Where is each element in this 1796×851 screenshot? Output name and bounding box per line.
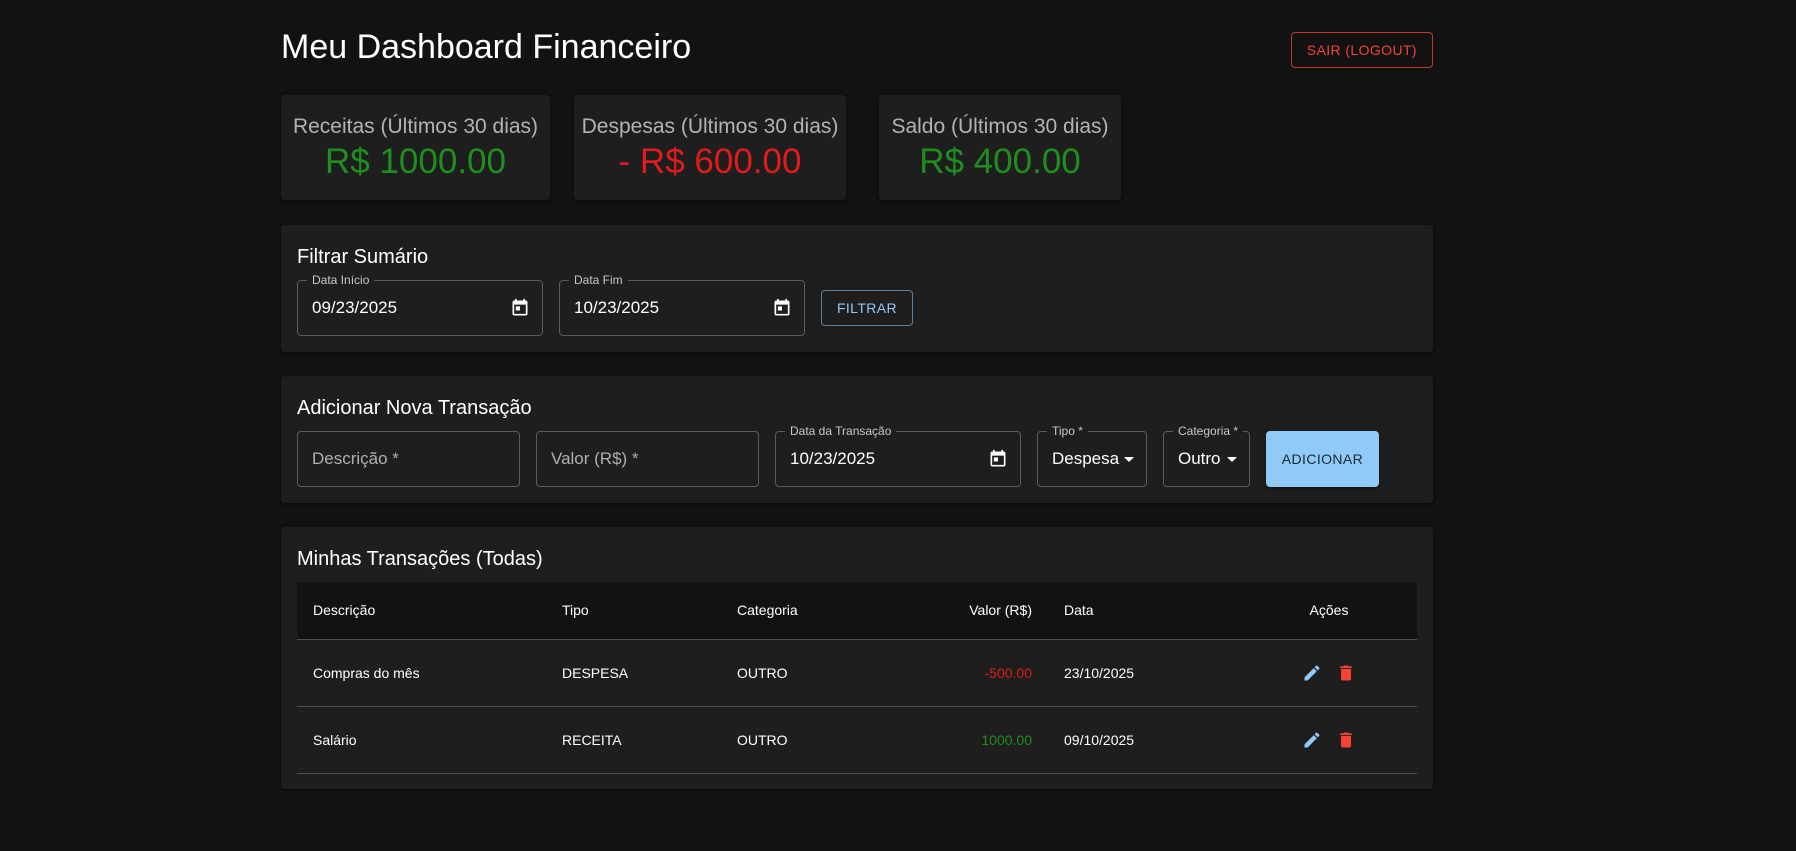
income-label: Receitas (Últimos 30 dias): [292, 115, 539, 138]
logout-button[interactable]: SAIR (LOGOUT): [1290, 32, 1433, 68]
add-transaction-title: Adicionar Nova Transação: [297, 397, 532, 419]
income-summary-card: Receitas (Últimos 30 dias) R$ 1000.00: [281, 95, 550, 200]
amount-field[interactable]: [536, 431, 759, 487]
page-title: Meu Dashboard Financeiro: [281, 28, 692, 66]
column-header-description: Descrição: [297, 582, 546, 640]
table-row: Compras do mês DESPESA OUTRO -500.00 23/…: [297, 639, 1417, 707]
cell-description: Salário: [297, 706, 546, 774]
balance-label: Saldo (Últimos 30 dias): [891, 115, 1109, 138]
filter-section: Filtrar Sumário Data Início 09/23/2025 D…: [281, 225, 1433, 352]
cell-category: OUTRO: [721, 706, 886, 774]
cell-date: 09/10/2025: [1048, 706, 1241, 774]
transaction-date-value[interactable]: 10/23/2025: [790, 449, 875, 469]
trash-icon[interactable]: [1336, 730, 1356, 750]
calendar-icon[interactable]: [988, 449, 1008, 469]
cell-date: 23/10/2025: [1048, 639, 1241, 707]
cell-amount: 1000.00: [886, 706, 1048, 774]
trash-icon[interactable]: [1336, 663, 1356, 683]
cell-type: DESPESA: [546, 639, 721, 707]
type-select[interactable]: Tipo * Despesa: [1037, 424, 1147, 487]
column-header-category: Categoria: [721, 582, 886, 640]
cell-category: OUTRO: [721, 639, 886, 707]
end-date-field[interactable]: Data Fim 10/23/2025: [559, 273, 805, 336]
category-label: Categoria *: [1173, 424, 1244, 438]
description-input[interactable]: [312, 432, 505, 486]
balance-summary-card: Saldo (Últimos 30 dias) R$ 400.00: [879, 95, 1121, 200]
end-date-label: Data Fim: [569, 273, 628, 287]
cell-description: Compras do mês: [297, 639, 546, 707]
balance-value: R$ 400.00: [919, 142, 1081, 181]
cell-type: RECEITA: [546, 706, 721, 774]
end-date-value[interactable]: 10/23/2025: [574, 298, 659, 318]
add-transaction-section: Adicionar Nova Transação Data da Transaç…: [281, 376, 1433, 503]
expenses-label: Despesas (Últimos 30 dias): [581, 115, 839, 138]
pencil-icon[interactable]: [1302, 663, 1322, 683]
category-value[interactable]: Outro: [1178, 449, 1221, 469]
start-date-label: Data Início: [307, 273, 375, 287]
arrow-drop-down-icon[interactable]: [1124, 457, 1134, 462]
transaction-date-label: Data da Transação: [785, 424, 897, 438]
cell-actions: [1241, 639, 1417, 707]
calendar-icon[interactable]: [510, 298, 530, 318]
type-label: Tipo *: [1047, 424, 1088, 438]
cell-amount: -500.00: [886, 639, 1048, 707]
transactions-title: Minhas Transações (Todas): [297, 548, 543, 570]
column-header-actions: Ações: [1241, 582, 1417, 640]
column-header-date: Data: [1048, 582, 1241, 640]
filter-title: Filtrar Sumário: [297, 246, 429, 268]
type-value[interactable]: Despesa: [1052, 449, 1119, 469]
description-field[interactable]: [297, 431, 520, 487]
filter-button[interactable]: FILTRAR: [821, 290, 913, 326]
add-button[interactable]: ADICIONAR: [1266, 431, 1379, 487]
pencil-icon[interactable]: [1302, 730, 1322, 750]
expenses-value: - R$ 600.00: [618, 142, 802, 181]
amount-input[interactable]: [551, 432, 744, 486]
start-date-value[interactable]: 09/23/2025: [312, 298, 397, 318]
column-header-amount: Valor (R$): [886, 582, 1048, 640]
category-select[interactable]: Categoria * Outro: [1163, 424, 1250, 487]
transaction-date-field[interactable]: Data da Transação 10/23/2025: [775, 424, 1021, 487]
cell-actions: [1241, 706, 1417, 774]
expenses-summary-card: Despesas (Últimos 30 dias) - R$ 600.00: [574, 95, 846, 200]
start-date-field[interactable]: Data Início 09/23/2025: [297, 273, 543, 336]
table-header-row: Descrição Tipo Categoria Valor (R$) Data…: [297, 582, 1417, 640]
calendar-icon[interactable]: [772, 298, 792, 318]
transactions-section: Minhas Transações (Todas) Descrição Tipo…: [281, 527, 1433, 789]
column-header-type: Tipo: [546, 582, 721, 640]
transactions-table: Descrição Tipo Categoria Valor (R$) Data…: [297, 582, 1417, 774]
income-value: R$ 1000.00: [325, 142, 506, 181]
table-row: Salário RECEITA OUTRO 1000.00 09/10/2025: [297, 706, 1417, 774]
arrow-drop-down-icon[interactable]: [1227, 457, 1237, 462]
header: Meu Dashboard Financeiro SAIR (LOGOUT): [281, 0, 1433, 90]
